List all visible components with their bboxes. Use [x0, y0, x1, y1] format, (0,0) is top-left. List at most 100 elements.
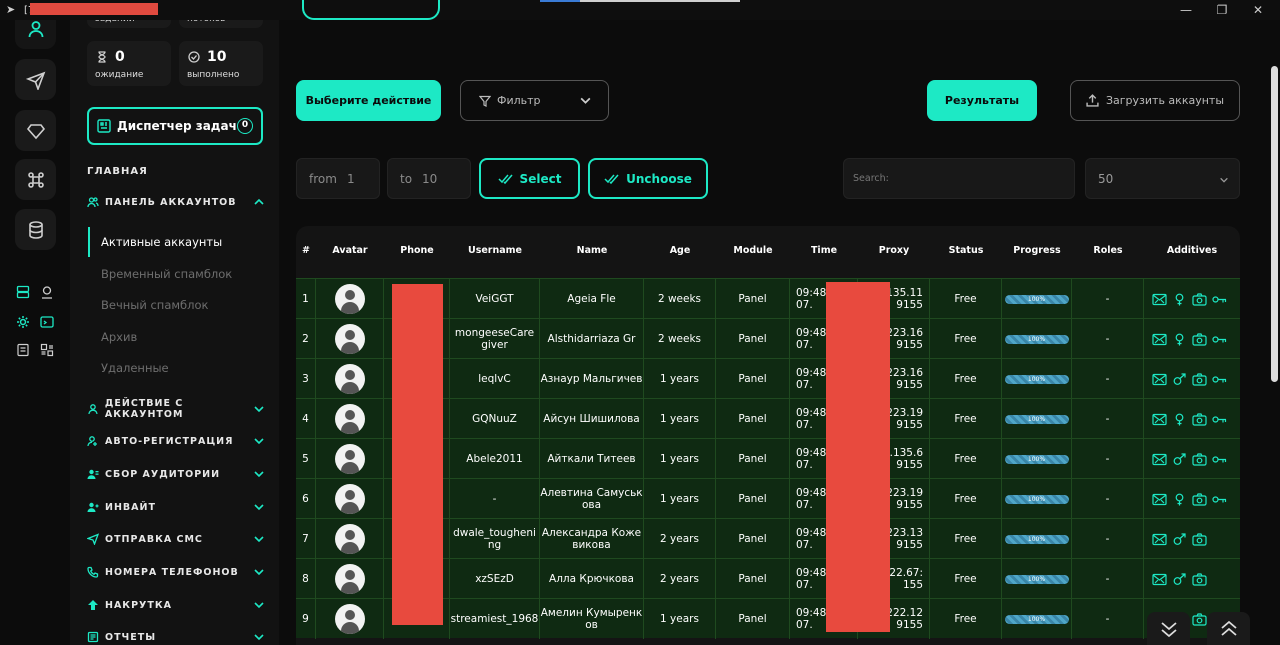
male-icon[interactable]	[1172, 572, 1187, 586]
column-header[interactable]: Status	[930, 245, 1002, 256]
filter-dropdown[interactable]: Фильтр	[460, 80, 609, 121]
scroll-down-button[interactable]	[1147, 612, 1190, 645]
task-dispatcher-badge: 0	[237, 118, 253, 134]
menu-invite[interactable]: ИНВАЙТ	[87, 498, 265, 516]
avatar[interactable]	[334, 284, 365, 314]
camera-icon[interactable]	[1192, 372, 1207, 386]
mail-icon[interactable]	[1152, 373, 1167, 386]
upload-accounts-button[interactable]: Загрузить аккаунты	[1070, 80, 1240, 121]
mail-icon[interactable]	[1152, 413, 1167, 426]
top-button-stub[interactable]	[302, 0, 440, 20]
camera-icon[interactable]	[1192, 452, 1207, 466]
key-icon[interactable]	[1212, 453, 1227, 466]
roles-cell: -	[1105, 613, 1110, 625]
column-header[interactable]: Phone	[384, 245, 450, 256]
avatar[interactable]	[334, 404, 365, 434]
camera-icon[interactable]	[1192, 412, 1207, 426]
vertical-scrollbar[interactable]	[1271, 66, 1278, 382]
mail-icon[interactable]	[1152, 453, 1167, 466]
column-header[interactable]: Roles	[1072, 245, 1144, 256]
key-icon[interactable]	[1212, 373, 1227, 386]
server-icon[interactable]	[16, 285, 30, 299]
column-header[interactable]: Proxy	[858, 245, 930, 256]
from-input[interactable]: from 1	[296, 158, 380, 199]
choose-action-button[interactable]: Выберите действие	[296, 80, 441, 121]
results-button[interactable]: Результаты	[927, 80, 1037, 121]
column-header[interactable]: Module	[716, 245, 790, 256]
search-input[interactable]: Search:	[843, 158, 1075, 199]
to-input[interactable]: to 10	[387, 158, 471, 199]
rail-diamond[interactable]	[15, 110, 56, 151]
column-header[interactable]: #	[296, 245, 316, 256]
avatar[interactable]	[334, 444, 365, 474]
camera-icon[interactable]	[1192, 292, 1207, 306]
key-icon[interactable]	[1212, 493, 1227, 506]
column-header[interactable]: Age	[644, 245, 716, 256]
select-button[interactable]: Select	[479, 158, 580, 199]
sub-item-temp-spamblock[interactable]: Временный спамблок	[101, 267, 232, 281]
column-header[interactable]: Additives	[1144, 245, 1240, 256]
avatar[interactable]	[334, 564, 365, 594]
avatar[interactable]	[334, 324, 365, 354]
avatar[interactable]	[334, 364, 365, 394]
time-cell: 09:48	[796, 327, 827, 339]
avatar[interactable]	[334, 524, 365, 554]
scroll-up-button[interactable]	[1207, 612, 1250, 645]
female-icon[interactable]	[1172, 333, 1187, 346]
column-header[interactable]: Progress	[1002, 245, 1072, 256]
sub-item-active-accounts[interactable]: Активные аккаунты	[101, 235, 222, 249]
camera-icon[interactable]	[1192, 332, 1207, 346]
location-icon[interactable]	[40, 285, 54, 299]
menu-account-action[interactable]: ДЕЙСТВИЕ С АККАУНТОМ	[87, 398, 265, 420]
terminal-icon[interactable]	[40, 315, 54, 329]
close-button[interactable]: ✕	[1250, 2, 1266, 18]
camera-icon[interactable]	[1192, 532, 1207, 546]
sub-item-perm-spamblock[interactable]: Вечный спамблок	[101, 298, 208, 312]
camera-icon[interactable]	[1192, 612, 1207, 626]
female-icon[interactable]	[1172, 293, 1187, 306]
rail-send[interactable]	[15, 59, 56, 100]
minimize-button[interactable]: —	[1178, 2, 1194, 18]
column-header[interactable]: Username	[450, 245, 540, 256]
page-size-select[interactable]: 50	[1085, 158, 1240, 199]
notes-icon[interactable]	[16, 343, 30, 357]
sub-item-archive[interactable]: Архив	[101, 330, 137, 344]
mail-icon[interactable]	[1152, 493, 1167, 506]
status-cell: Free	[954, 493, 977, 505]
mail-icon[interactable]	[1152, 333, 1167, 346]
menu-reports[interactable]: ОТЧЕТЫ	[87, 628, 265, 645]
male-icon[interactable]	[1172, 532, 1187, 546]
key-icon[interactable]	[1212, 333, 1227, 346]
camera-icon[interactable]	[1192, 492, 1207, 506]
key-icon[interactable]	[1212, 413, 1227, 426]
avatar[interactable]	[334, 484, 365, 514]
mail-icon[interactable]	[1152, 533, 1167, 546]
rail-command[interactable]	[15, 159, 56, 200]
key-icon[interactable]	[1212, 293, 1227, 306]
sub-item-deleted[interactable]: Удаленные	[101, 361, 169, 375]
male-icon[interactable]	[1172, 452, 1187, 466]
unchoose-button[interactable]: Unchoose	[588, 158, 708, 199]
task-dispatcher-button[interactable]: Диспетчер задач 0	[87, 107, 263, 145]
mail-icon[interactable]	[1152, 573, 1167, 586]
rail-database[interactable]	[15, 209, 56, 250]
menu-accounts-panel[interactable]: ПАНЕЛЬ АККАУНТОВ	[87, 193, 265, 211]
menu-boost[interactable]: НАКРУТКА	[87, 596, 265, 614]
age-cell: 1 years	[660, 613, 699, 625]
female-icon[interactable]	[1172, 413, 1187, 426]
column-header[interactable]: Name	[540, 245, 644, 256]
menu-auto-registration[interactable]: АВТО-РЕГИСТРАЦИЯ	[87, 432, 265, 450]
menu-sms-sending[interactable]: ОТПРАВКА СМС	[87, 530, 265, 548]
column-header[interactable]: Avatar	[316, 245, 384, 256]
settings-gear-icon[interactable]	[16, 315, 30, 329]
menu-audience-collection[interactable]: СБОР АУДИТОРИИ	[87, 465, 265, 483]
female-icon[interactable]	[1172, 493, 1187, 506]
maximize-button[interactable]: ❐	[1214, 2, 1230, 18]
mail-icon[interactable]	[1152, 293, 1167, 306]
camera-icon[interactable]	[1192, 572, 1207, 586]
menu-phone-numbers[interactable]: НОМЕРА ТЕЛЕФОНОВ	[87, 563, 265, 581]
male-icon[interactable]	[1172, 372, 1187, 386]
transfer-icon[interactable]	[40, 343, 54, 357]
column-header[interactable]: Time	[790, 245, 858, 256]
avatar[interactable]	[334, 604, 365, 634]
